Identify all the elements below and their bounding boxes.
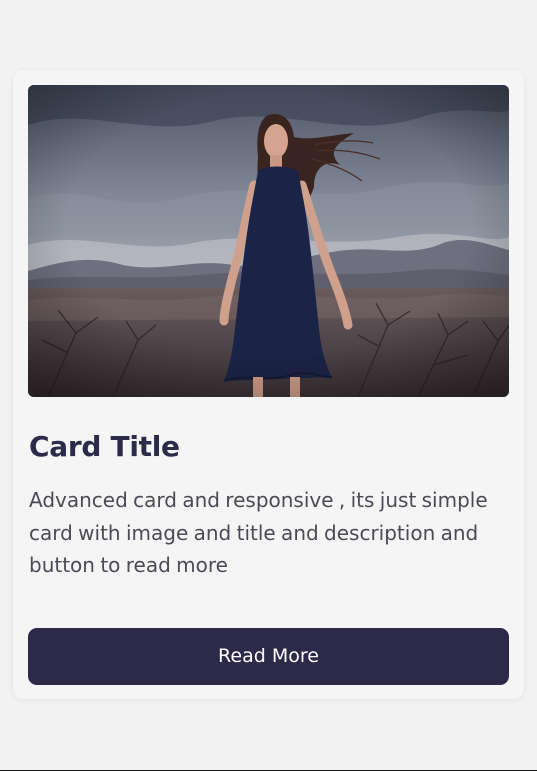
card-image: [28, 85, 509, 397]
card-description: Advanced card and responsive , its just …: [29, 488, 488, 577]
card-title: Card Title: [29, 430, 180, 463]
card: Card Title Advanced card and responsive …: [13, 70, 524, 699]
page: Card Title Advanced card and responsive …: [0, 0, 537, 771]
read-more-button[interactable]: Read More: [28, 628, 509, 685]
